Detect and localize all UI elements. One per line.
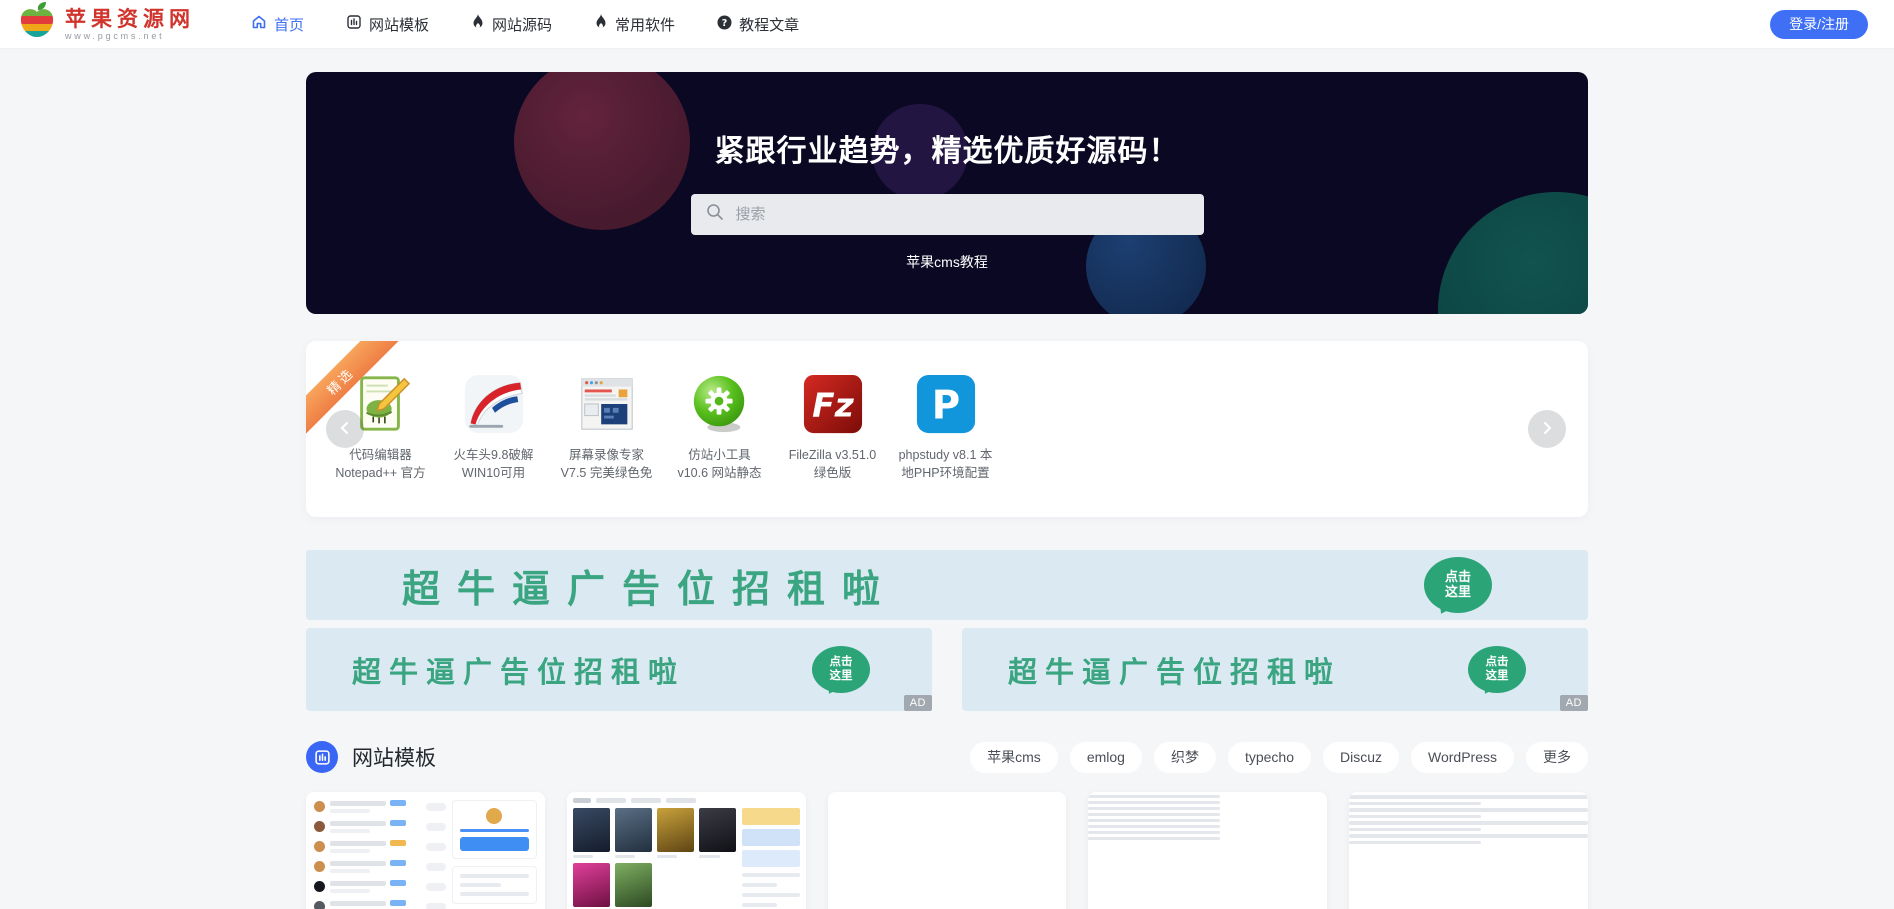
ad-text: 超牛逼广告位招租啦 (352, 649, 685, 691)
tag-dedecms[interactable]: 织梦 (1154, 742, 1216, 773)
nav-item-source[interactable]: 网站源码 (471, 14, 552, 35)
nav-item-articles[interactable]: ? 教程文章 (717, 14, 799, 35)
ad-banner-large[interactable]: 超牛逼广告位招租啦 点击这里 (306, 550, 1588, 620)
template-thumbnail (1088, 795, 1327, 840)
ad-banner-row: 超牛逼广告位招租啦 点击这里 AD 超牛逼广告位招租啦 点击这里 AD (306, 628, 1588, 711)
site-logo[interactable]: 苹果资源网 www.pgcms.net (17, 1, 195, 48)
header: 苹果资源网 www.pgcms.net 首页 网站模板 网站源码 常用软件 ? … (0, 0, 1894, 49)
hero-title: 紧跟行业趋势，精选优质好源码！ (306, 126, 1588, 170)
search-icon (705, 202, 725, 227)
decor-circle-teal (1438, 192, 1588, 314)
filezilla-icon: Fz (802, 373, 864, 435)
question-icon: ? (717, 15, 732, 34)
template-card-forum[interactable] (306, 792, 545, 909)
nav-label: 网站源码 (492, 14, 552, 35)
ad-banner-small-right[interactable]: 超牛逼广告位招租啦 点击这里 AD (962, 628, 1588, 711)
apple-logo-icon (17, 1, 57, 48)
template-thumbnail (1349, 795, 1588, 844)
templates-section-header: 网站模板 苹果cms emlog 织梦 typecho Discuz WordP… (306, 740, 1588, 774)
featured-software-carousel: 精选 代码编辑器Notepad++ 官方 (306, 341, 1588, 517)
home-icon (251, 14, 267, 34)
tag-applecms[interactable]: 苹果cms (970, 742, 1058, 773)
software-item-filezilla[interactable]: Fz FileZilla v3.51.0绿色版 (776, 373, 889, 482)
hero-banner: 紧跟行业趋势，精选优质好源码！ 苹果cms教程 (306, 72, 1588, 314)
template-card-movie-dense[interactable] (1088, 792, 1327, 909)
nav-label: 网站模板 (369, 14, 429, 35)
flame-icon (594, 14, 608, 34)
ad-text: 超牛逼广告位招租啦 (1008, 649, 1341, 691)
template-thumbnail (567, 792, 806, 909)
search-input[interactable] (736, 206, 1190, 223)
software-label: 仿站小工具v10.6 网站静态 (663, 446, 776, 482)
software-label: FileZilla v3.51.0绿色版 (776, 446, 889, 482)
svg-text:?: ? (722, 17, 728, 28)
nav-label: 教程文章 (739, 14, 799, 35)
software-label: phpstudy v8.1 本地PHP环境配置 (889, 446, 1002, 482)
svg-text:Fz: Fz (812, 386, 854, 425)
carousel-prev-button[interactable] (326, 410, 364, 448)
template-thumbnail (306, 792, 545, 909)
nav-label: 首页 (274, 14, 304, 35)
software-item-screen-recorder[interactable]: 屏幕录像专家V7.5 完美绿色免 (550, 373, 663, 482)
search-box[interactable] (691, 194, 1204, 235)
nav-label: 常用软件 (615, 14, 675, 35)
carousel-items: 代码编辑器Notepad++ 官方 火车头9.8破解WIN10可用 (324, 373, 1002, 482)
screen-recorder-icon (576, 373, 638, 435)
click-here-bubble: 点击这里 (1468, 646, 1526, 693)
template-filter-tags: 苹果cms emlog 织梦 typecho Discuz WordPress … (970, 742, 1588, 773)
tag-discuz[interactable]: Discuz (1323, 742, 1399, 773)
site-title: 苹果资源网 (65, 7, 195, 30)
phpstudy-icon: P (915, 373, 977, 435)
software-item-site-cloner[interactable]: 仿站小工具v10.6 网站静态 (663, 373, 776, 482)
template-grid-icon (346, 14, 362, 34)
gear-ball-icon (689, 373, 751, 435)
nav-item-home[interactable]: 首页 (251, 14, 304, 35)
svg-text:P: P (931, 384, 959, 429)
tag-typecho[interactable]: typecho (1228, 742, 1311, 773)
ad-badge: AD (1560, 695, 1588, 711)
software-label: 代码编辑器Notepad++ 官方 (324, 446, 437, 482)
software-label: 屏幕录像专家V7.5 完美绿色免 (550, 446, 663, 482)
site-domain: www.pgcms.net (65, 31, 195, 41)
carousel-next-button[interactable] (1528, 410, 1566, 448)
click-here-bubble: 点击这里 (812, 646, 870, 693)
ad-badge: AD (904, 695, 932, 711)
ad-text: 超牛逼广告位招租啦 (402, 558, 897, 613)
section-title: 网站模板 (352, 742, 436, 772)
tag-more[interactable]: 更多 (1526, 742, 1588, 773)
software-item-phpstudy[interactable]: P phpstudy v8.1 本地PHP环境配置 (889, 373, 1002, 482)
ad-banner-small-left[interactable]: 超牛逼广告位招租啦 点击这里 AD (306, 628, 932, 711)
template-card-movie-grid[interactable] (567, 792, 806, 909)
tag-emlog[interactable]: emlog (1070, 742, 1142, 773)
flame-icon (471, 14, 485, 34)
template-cards-row (306, 792, 1588, 909)
locomotive-icon (463, 373, 525, 435)
chevron-left-icon (338, 421, 352, 438)
software-label: 火车头9.8破解WIN10可用 (437, 446, 550, 482)
nav-item-templates[interactable]: 网站模板 (346, 14, 429, 35)
template-section-icon (306, 741, 338, 773)
template-card-movie-dark[interactable] (828, 792, 1067, 909)
software-item-locomotive[interactable]: 火车头9.8破解WIN10可用 (437, 373, 550, 482)
chevron-right-icon (1540, 421, 1554, 438)
hero-tutorial-link[interactable]: 苹果cms教程 (906, 252, 988, 272)
click-here-bubble: 点击这里 (1424, 557, 1492, 613)
login-register-button[interactable]: 登录/注册 (1770, 10, 1868, 39)
main-nav: 首页 网站模板 网站源码 常用软件 ? 教程文章 (251, 14, 799, 35)
template-card-video-dark[interactable] (1349, 792, 1588, 909)
tag-wordpress[interactable]: WordPress (1411, 742, 1514, 773)
nav-item-software[interactable]: 常用软件 (594, 14, 675, 35)
